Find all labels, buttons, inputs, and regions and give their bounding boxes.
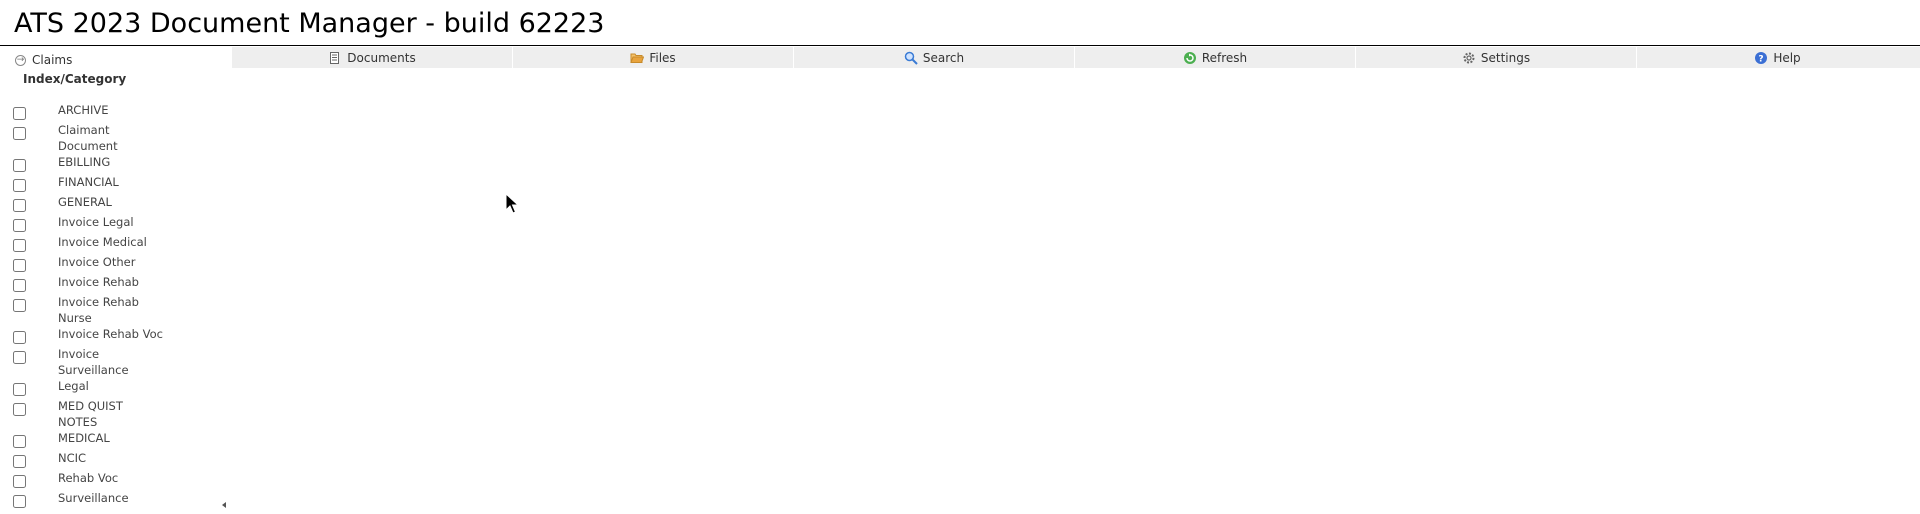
files-label: Files [649, 50, 676, 65]
search-button[interactable]: Search [794, 47, 1075, 68]
category-label-line: Document [58, 139, 118, 153]
category-label: Rehab Voc [58, 470, 168, 486]
category-label-line: FINANCIAL [58, 175, 119, 189]
category-label: Invoice Legal [58, 214, 168, 230]
category-label-line: MEDICAL [58, 431, 110, 445]
category-heading: Index/Category [23, 72, 127, 86]
category-checkbox[interactable] [13, 475, 26, 488]
mouse-cursor-icon [505, 193, 519, 214]
help-icon: ? [1755, 51, 1768, 64]
refresh-icon [1183, 51, 1196, 64]
category-label-line: MED QUIST [58, 399, 123, 413]
category-checkbox[interactable] [13, 455, 26, 468]
claims-link[interactable]: → Claims [15, 52, 72, 68]
svg-text:?: ? [1759, 54, 1764, 64]
gear-icon [1463, 52, 1475, 63]
category-label: Invoice Rehab Nurse [58, 294, 168, 326]
settings-label: Settings [1480, 50, 1531, 65]
category-label-line: GENERAL [58, 195, 112, 209]
category-label-line: Claimant [58, 123, 110, 137]
category-label-line: Invoice Rehab [58, 295, 139, 309]
category-checkbox[interactable] [13, 299, 26, 312]
settings-button[interactable]: Settings [1356, 47, 1637, 68]
category-checkbox[interactable] [13, 259, 26, 272]
category-checkbox[interactable] [13, 127, 26, 140]
files-button[interactable]: Files [513, 47, 794, 68]
category-checkbox[interactable] [13, 279, 26, 292]
category-checkbox[interactable] [13, 199, 26, 212]
app-title: ATS 2023 Document Manager - build 62223 [14, 8, 605, 39]
category-checkbox[interactable] [13, 239, 26, 252]
category-label: NCIC [58, 450, 168, 466]
category-label-line: Rehab Voc [58, 471, 119, 485]
title-bar: ATS 2023 Document Manager - build 62223 [0, 0, 1920, 46]
category-label-line: Invoice Rehab [58, 275, 139, 289]
category-label: Invoice Other [58, 254, 168, 270]
magnifier-icon [904, 51, 918, 65]
category-label: EBILLING [58, 154, 168, 170]
category-label: Claimant Document [58, 122, 168, 154]
category-label-line: ARCHIVE [58, 103, 109, 117]
category-checkbox[interactable] [13, 179, 26, 192]
category-label-line: Invoice Legal [58, 215, 134, 229]
documents-label: Documents [347, 50, 416, 65]
search-label: Search [922, 50, 965, 65]
documents-button[interactable]: Documents [232, 47, 513, 68]
category-checkbox[interactable] [13, 159, 26, 172]
category-label: Invoice Surveillance [58, 346, 168, 378]
category-checkbox[interactable] [13, 383, 26, 396]
category-label-line: EBILLING [58, 155, 111, 169]
sidebar: → Claims Index/Category ARCHIVE Claimant D… [0, 46, 232, 514]
category-label-line: Surveillance [58, 491, 129, 505]
category-checkbox[interactable] [13, 331, 26, 344]
refresh-label: Refresh [1201, 50, 1248, 65]
help-button[interactable]: ? Help [1637, 47, 1918, 68]
category-label: Invoice Rehab [58, 274, 168, 290]
refresh-button[interactable]: Refresh [1075, 47, 1356, 68]
category-label: ARCHIVE [58, 102, 168, 118]
open-folder-icon [630, 53, 645, 63]
category-label-line: Invoice Medical [58, 235, 147, 249]
category-checkbox[interactable] [13, 219, 26, 232]
category-label-line: Invoice Rehab Voc [58, 327, 163, 341]
circle-arrow-right-icon: → [15, 54, 26, 66]
category-label: FINANCIAL [58, 174, 168, 190]
toolbar: Documents Files Search Refresh Settings [232, 47, 1920, 68]
claims-label: Claims [32, 53, 73, 67]
category-label-line: NCIC [58, 451, 87, 465]
category-label-line: NOTES [58, 415, 98, 429]
category-checkbox[interactable] [13, 435, 26, 448]
category-label: Surveillance [58, 490, 168, 506]
category-label: GENERAL [58, 194, 168, 210]
category-label: Legal [58, 378, 168, 394]
document-icon [330, 51, 340, 64]
category-checkbox[interactable] [13, 351, 26, 364]
help-label: Help [1773, 50, 1801, 65]
category-checkbox[interactable] [13, 403, 26, 416]
category-label-line: Legal [58, 379, 89, 393]
category-label: MEDICAL [58, 430, 168, 446]
category-label: MED QUIST NOTES [58, 398, 168, 430]
category-checkbox[interactable] [13, 495, 26, 508]
category-label-line: Invoice [58, 347, 100, 361]
category-checkbox[interactable] [13, 107, 26, 120]
category-label-line: Surveillance [58, 363, 129, 377]
category-label: Invoice Medical [58, 234, 168, 250]
category-label-line: Invoice Other [58, 255, 136, 269]
category-label: Invoice Rehab Voc [58, 326, 168, 342]
category-label-line: Nurse [58, 311, 92, 325]
collapse-arrow-icon[interactable] [222, 502, 226, 508]
